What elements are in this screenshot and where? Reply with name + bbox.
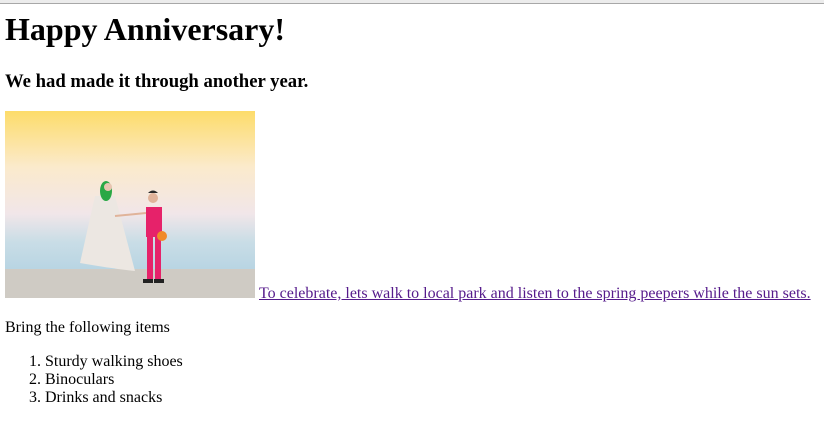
- list-item: Drinks and snacks: [45, 389, 183, 407]
- subheading: We had made it through another year.: [5, 71, 309, 92]
- browser-top-edge: [0, 0, 824, 4]
- list-item: Sturdy walking shoes: [45, 353, 183, 371]
- list-item: Binoculars: [45, 371, 183, 389]
- items-list: Sturdy walking shoes Binoculars Drinks a…: [5, 353, 183, 407]
- page-title: Happy Anniversary!: [5, 11, 286, 47]
- celebration-link[interactable]: To celebrate, lets walk to local park an…: [259, 285, 811, 302]
- items-intro: Bring the following items: [5, 319, 170, 336]
- photo-row: To celebrate, lets walk to local park an…: [5, 111, 811, 303]
- wedding-photo: [5, 111, 255, 298]
